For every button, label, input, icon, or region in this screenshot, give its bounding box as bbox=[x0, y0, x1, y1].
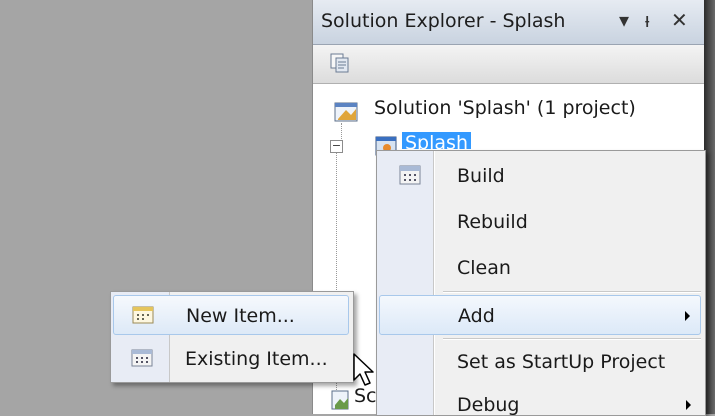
menu-item-add[interactable]: Add bbox=[379, 295, 701, 335]
pin-icon[interactable]: ᵼ bbox=[645, 8, 649, 32]
submenu-arrow-icon bbox=[686, 400, 691, 410]
build-icon bbox=[399, 165, 421, 185]
submenu-item-existing-item[interactable]: Existing Item... bbox=[113, 339, 349, 379]
dropdown-arrow-icon[interactable]: ▾ bbox=[619, 8, 629, 32]
menu-item-clean[interactable]: Clean bbox=[379, 248, 701, 288]
menu-separator bbox=[443, 338, 701, 340]
existing-item-icon bbox=[131, 349, 153, 367]
file-icon bbox=[331, 390, 349, 410]
solution-label: Solution 'Splash' (1 project) bbox=[374, 97, 636, 119]
menu-item-label: Clean bbox=[457, 257, 511, 279]
submenu-item-new-item[interactable]: New Item... bbox=[113, 295, 349, 335]
panel-title: Solution Explorer - Splash bbox=[321, 10, 566, 32]
menu-item-label: Add bbox=[458, 305, 495, 327]
menu-item-label: Set as StartUp Project bbox=[457, 351, 666, 373]
panel-toolbar bbox=[313, 45, 705, 84]
panel-title-bar: Solution Explorer - Splash ▾ ᵼ ✕ bbox=[313, 0, 705, 45]
add-submenu: New Item... Existing Item... bbox=[110, 291, 354, 383]
project-label: Splash bbox=[402, 132, 471, 149]
new-item-icon bbox=[132, 306, 154, 324]
mouse-cursor-icon bbox=[353, 353, 374, 386]
properties-icon[interactable] bbox=[329, 52, 351, 74]
menu-separator bbox=[443, 291, 701, 293]
menu-item-label: Debug bbox=[457, 394, 520, 416]
submenu-item-label: Existing Item... bbox=[185, 348, 328, 370]
menu-item-rebuild[interactable]: Rebuild bbox=[379, 202, 701, 242]
menu-item-label: Build bbox=[457, 165, 505, 187]
menu-item-set-startup[interactable]: Set as StartUp Project bbox=[379, 342, 701, 382]
menu-item-label: Rebuild bbox=[457, 211, 528, 233]
close-icon[interactable]: ✕ bbox=[671, 8, 688, 32]
context-menu: Build Rebuild Clean Add Set as StartUp P… bbox=[376, 150, 706, 416]
solution-icon bbox=[334, 102, 358, 122]
submenu-item-label: New Item... bbox=[186, 305, 295, 327]
menu-item-debug[interactable]: Debug bbox=[379, 385, 701, 416]
submenu-arrow-icon bbox=[685, 311, 690, 321]
collapse-icon[interactable]: − bbox=[330, 140, 343, 153]
menu-item-build[interactable]: Build bbox=[379, 156, 701, 196]
partial-item-label: Sc bbox=[354, 385, 377, 407]
